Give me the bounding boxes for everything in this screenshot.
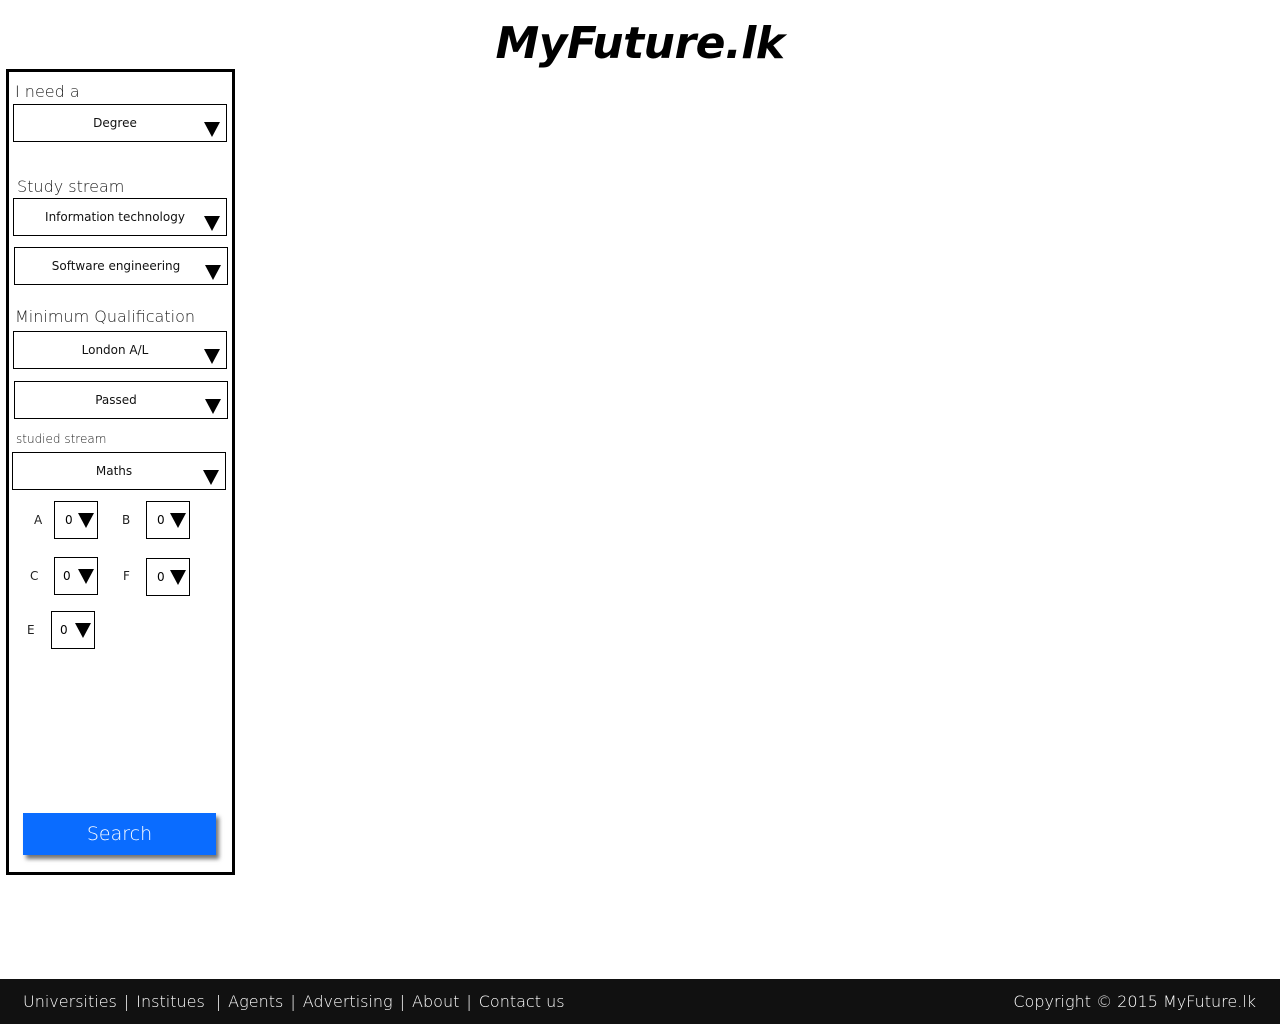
grade-f-value: 0 [157, 570, 165, 584]
grade-a-label: A [34, 513, 43, 527]
footer-separator: | [290, 992, 296, 1011]
chevron-down-icon [204, 349, 220, 364]
qualification-dropdown-value: London A/L [81, 343, 149, 357]
copyright-text: Copyright © 2015 MyFuture.lk [1013, 992, 1256, 1011]
footer-link-universities[interactable]: Universities [23, 992, 117, 1011]
footer-link-advertising[interactable]: Advertising [303, 992, 393, 1011]
need-dropdown[interactable]: Degree [13, 104, 227, 142]
footer-link-contact-us[interactable]: Contact us [479, 992, 565, 1011]
stream-dropdown-value: Information technology [45, 210, 185, 224]
grade-c-label: C [30, 569, 39, 583]
grade-a-value: 0 [65, 513, 73, 527]
chevron-down-icon [205, 399, 221, 414]
min-qualification-label: Minimum Qualification [15, 307, 195, 326]
studied-stream-label: studied stream [16, 432, 107, 446]
substream-dropdown[interactable]: Software engineering [14, 247, 228, 285]
footer-separator: | [215, 992, 222, 1011]
footer-separator: | [123, 992, 130, 1011]
page: MyFuture.lk I need a Degree Study stream… [0, 0, 1280, 1024]
grade-c-value: 0 [63, 569, 71, 583]
studied-stream-dropdown[interactable]: Maths [12, 452, 226, 490]
studied-stream-dropdown-value: Maths [95, 464, 133, 478]
chevron-down-icon [170, 570, 186, 585]
grade-c-dropdown[interactable]: 0 [54, 557, 98, 595]
grade-f-label: F [123, 569, 130, 583]
result-dropdown[interactable]: Passed [14, 381, 228, 419]
footer-separator: | [466, 992, 472, 1011]
footer-link-about[interactable]: About [412, 992, 459, 1011]
footer-link-agents[interactable]: Agents [228, 992, 283, 1011]
footer: Universities | Institues | Agents | Adve… [0, 979, 1280, 1024]
grade-b-dropdown[interactable]: 0 [146, 501, 190, 539]
grade-b-label: B [122, 513, 131, 527]
chevron-down-icon [205, 265, 221, 280]
chevron-down-icon [204, 122, 220, 137]
grade-e-label: E [27, 623, 35, 637]
grade-a-dropdown[interactable]: 0 [54, 501, 98, 539]
chevron-down-icon [78, 513, 94, 528]
footer-links: Universities | Institues | Agents | Adve… [23, 979, 565, 1024]
chevron-down-icon [75, 623, 91, 638]
chevron-down-icon [203, 470, 219, 485]
footer-separator: | [399, 992, 406, 1011]
qualification-dropdown[interactable]: London A/L [13, 331, 227, 369]
study-stream-label: Study stream [17, 177, 125, 196]
footer-link-institues[interactable]: Institues [136, 992, 205, 1011]
site-title: MyFuture.lk [495, 18, 785, 69]
chevron-down-icon [170, 513, 186, 528]
filter-panel: I need a Degree Study stream Information… [6, 69, 235, 875]
search-button[interactable]: Search [23, 813, 216, 855]
grade-e-value: 0 [60, 623, 68, 637]
need-dropdown-value: Degree [93, 116, 137, 130]
chevron-down-icon [204, 216, 220, 231]
chevron-down-icon [78, 569, 94, 584]
grade-e-dropdown[interactable]: 0 [51, 611, 95, 649]
substream-dropdown-value: Software engineering [51, 259, 181, 273]
grade-f-dropdown[interactable]: 0 [146, 558, 190, 596]
stream-dropdown[interactable]: Information technology [13, 198, 227, 236]
need-label: I need a [15, 82, 80, 101]
result-dropdown-value: Passed [95, 393, 137, 407]
grade-b-value: 0 [157, 513, 165, 527]
